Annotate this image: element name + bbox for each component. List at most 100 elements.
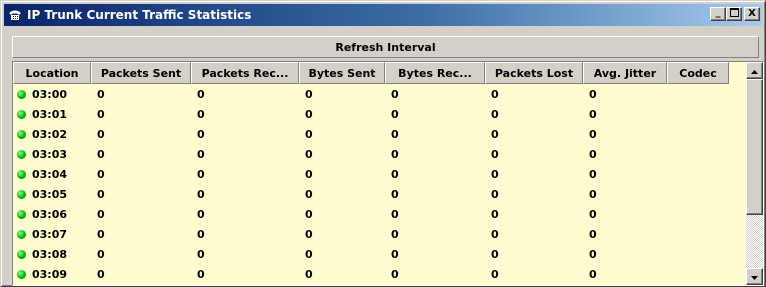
cell-text: 0: [491, 87, 499, 101]
cell-packets-lost: 0: [485, 144, 583, 164]
cell-codec: [667, 204, 729, 224]
title-bar[interactable]: IP Trunk Current Traffic Statistics _ X: [4, 4, 762, 26]
cell-packets-lost: 0: [485, 184, 583, 204]
cell-text: 0: [391, 127, 399, 141]
table-row[interactable]: 03:01 0 0 0 0 0 0: [13, 104, 746, 124]
cell-text: 0: [197, 87, 205, 101]
cell-packets-lost: 0: [485, 204, 583, 224]
column-header-packets-received[interactable]: Packets Rec...: [191, 62, 299, 84]
cell-avg-jitter: 0: [583, 244, 667, 264]
cell-bytes-sent: 0: [299, 244, 385, 264]
column-header-location[interactable]: Location: [13, 62, 91, 84]
cell-bytes-received: 0: [385, 224, 485, 244]
vertical-scrollbar[interactable]: [746, 62, 763, 285]
cell-packets-lost: 0: [485, 84, 583, 104]
cell-packets-sent: 0: [91, 224, 191, 244]
cell-text: 0: [491, 107, 499, 121]
cell-avg-jitter: 0: [583, 204, 667, 224]
cell-bytes-sent: 0: [299, 224, 385, 244]
cell-packets-lost: 0: [485, 264, 583, 284]
cell-text: 0: [305, 227, 313, 241]
maximize-button[interactable]: [726, 7, 742, 21]
cell-avg-jitter: 0: [583, 164, 667, 184]
column-header-codec[interactable]: Codec: [667, 62, 729, 84]
table-row[interactable]: 03:09 0 0 0 0 0 0: [13, 264, 746, 284]
table-row[interactable]: 03:02 0 0 0 0 0 0: [13, 124, 746, 144]
table-row[interactable]: 03:05 0 0 0 0 0 0: [13, 184, 746, 204]
table-header: Location Packets Sent Packets Rec... Byt…: [13, 62, 729, 84]
cell-text: 0: [97, 147, 105, 161]
table-row[interactable]: 03:03 0 0 0 0 0 0: [13, 144, 746, 164]
cell-packets-received: 0: [191, 224, 299, 244]
cell-bytes-sent: 0: [299, 164, 385, 184]
cell-text: 0: [589, 267, 597, 281]
cell-packets-sent: 0: [91, 84, 191, 104]
cell-bytes-received: 0: [385, 164, 485, 184]
column-header-bytes-sent[interactable]: Bytes Sent: [299, 62, 385, 84]
table-row[interactable]: 03:04 0 0 0 0 0 0: [13, 164, 746, 184]
table-row[interactable]: 03:07 0 0 0 0 0 0: [13, 224, 746, 244]
cell-text: 0: [97, 107, 105, 121]
table-row[interactable]: 03:00 0 0 0 0 0 0: [13, 84, 746, 104]
cell-text: 0: [197, 227, 205, 241]
close-button[interactable]: X: [744, 7, 760, 21]
cell-text: 0: [589, 87, 597, 101]
cell-location: 03:04: [13, 164, 91, 184]
cell-text: 0: [97, 87, 105, 101]
table-row[interactable]: 03:08 0 0 0 0 0 0: [13, 244, 746, 264]
cell-location: 03:06: [13, 204, 91, 224]
cell-text: 0: [589, 227, 597, 241]
cell-packets-sent: 0: [91, 124, 191, 144]
cell-avg-jitter: 0: [583, 224, 667, 244]
window-title: IP Trunk Current Traffic Statistics: [27, 8, 252, 22]
column-header-bytes-received[interactable]: Bytes Rec...: [385, 62, 485, 84]
cell-text: 0: [305, 207, 313, 221]
cell-text: 03:08: [32, 247, 68, 261]
cell-codec: [667, 124, 729, 144]
minimize-button[interactable]: _: [710, 7, 726, 21]
cell-packets-received: 0: [191, 244, 299, 264]
cell-text: 0: [305, 247, 313, 261]
cell-packets-lost: 0: [485, 224, 583, 244]
cell-packets-sent: 0: [91, 184, 191, 204]
cell-packets-sent: 0: [91, 144, 191, 164]
cell-text: 03:03: [32, 147, 68, 161]
scroll-thumb[interactable]: [746, 79, 763, 215]
cell-packets-received: 0: [191, 264, 299, 284]
cell-packets-received: 0: [191, 144, 299, 164]
scroll-up-button[interactable]: [746, 62, 763, 79]
cell-bytes-received: 0: [385, 184, 485, 204]
cell-bytes-sent: 0: [299, 104, 385, 124]
status-online-icon: [17, 269, 26, 279]
arrow-up-icon: [751, 64, 758, 77]
cell-text: 03:06: [32, 207, 68, 221]
cell-codec: [667, 244, 729, 264]
column-header-packets-lost[interactable]: Packets Lost: [485, 62, 583, 84]
cell-bytes-sent: 0: [299, 84, 385, 104]
cell-text: 03:04: [32, 167, 68, 181]
refresh-interval-button[interactable]: Refresh Interval: [12, 36, 759, 58]
cell-text: 0: [305, 87, 313, 101]
column-header-packets-sent[interactable]: Packets Sent: [91, 62, 191, 84]
cell-text: 0: [391, 187, 399, 201]
cell-codec: [667, 184, 729, 204]
cell-text: 0: [491, 267, 499, 281]
status-online-icon: [17, 189, 26, 199]
cell-text: 0: [305, 187, 313, 201]
cell-text: 0: [491, 187, 499, 201]
cell-text: 0: [589, 147, 597, 161]
cell-text: 0: [491, 147, 499, 161]
cell-packets-lost: 0: [485, 104, 583, 124]
status-online-icon: [17, 229, 26, 239]
cell-text: 0: [305, 267, 313, 281]
column-header-avg-jitter[interactable]: Avg. Jitter: [583, 62, 667, 84]
cell-packets-received: 0: [191, 104, 299, 124]
cell-avg-jitter: 0: [583, 124, 667, 144]
scroll-down-button[interactable]: [746, 268, 763, 285]
cell-text: 0: [589, 187, 597, 201]
status-online-icon: [17, 89, 26, 99]
cell-text: 0: [491, 247, 499, 261]
cell-packets-received: 0: [191, 184, 299, 204]
cell-packets-sent: 0: [91, 264, 191, 284]
table-row[interactable]: 03:06 0 0 0 0 0 0: [13, 204, 746, 224]
